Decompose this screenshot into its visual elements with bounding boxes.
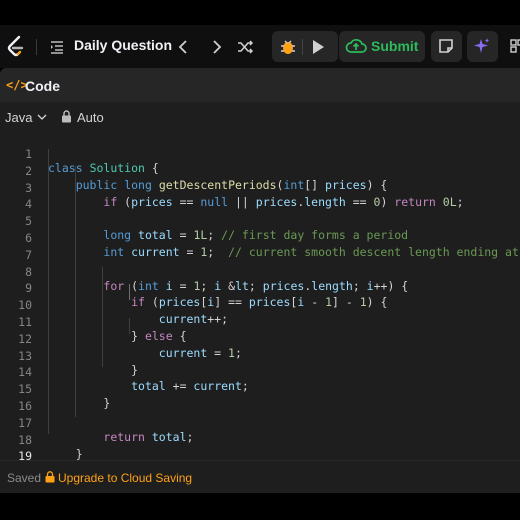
- editor-toolbar: Java Auto: [0, 102, 520, 130]
- leetcode-logo-icon[interactable]: [5, 35, 27, 59]
- cloud-upload-icon: [345, 39, 367, 53]
- auto-mode-toggle[interactable]: Auto: [77, 110, 104, 125]
- sparkle-icon: [474, 38, 490, 53]
- editor-footer: Saved Upgrade to Cloud Saving: [0, 460, 520, 493]
- language-label: Java: [5, 110, 33, 125]
- chevron-left-icon[interactable]: [175, 38, 193, 56]
- chevron-down-icon: [37, 114, 47, 120]
- daily-question-link[interactable]: Daily Question: [74, 37, 172, 53]
- upgrade-cloud-saving-link[interactable]: Upgrade to Cloud Saving: [58, 471, 192, 485]
- submit-label[interactable]: Submit: [371, 38, 418, 54]
- code-line: 5 long total = 1L; // first day forms a …: [0, 200, 520, 242]
- lock-icon: [62, 110, 71, 123]
- code-panel-header: </> Code: [0, 68, 520, 102]
- code-line: 10 current++;: [0, 284, 520, 326]
- debug-bug-icon[interactable]: [279, 37, 297, 57]
- panel-title: Code: [25, 78, 60, 94]
- code-line: 19 }: [0, 435, 520, 477]
- saved-status: Saved: [7, 471, 42, 485]
- code-line: 2 public long getDescentPeriods(int[] pr…: [0, 150, 520, 192]
- code-line: 11 } else {: [0, 301, 520, 343]
- divider: [302, 39, 303, 55]
- code-line: 6 int current = 1; // current smooth des…: [0, 217, 520, 259]
- code-line: 3 if (prices == null || prices.length ==…: [0, 167, 520, 209]
- code-line: 9 if (prices[i] == prices[i - 1] - 1) {: [0, 267, 520, 309]
- code-line: 12 current = 1;: [0, 318, 520, 360]
- top-bar: Daily Question Submit: [0, 25, 520, 68]
- code-line: 7: [0, 234, 520, 262]
- code-line: 4: [0, 183, 520, 211]
- list-icon[interactable]: [49, 39, 65, 55]
- code-line: 18 }: [0, 419, 520, 461]
- code-line: 1 class Solution {: [0, 133, 520, 175]
- lock-icon: [45, 471, 55, 483]
- shuffle-icon[interactable]: [236, 38, 254, 56]
- language-select[interactable]: Java: [5, 110, 47, 125]
- code-line: 15 }: [0, 368, 520, 410]
- code-line: 16: [0, 385, 520, 413]
- code-line: 8 for (int i = 1; i &lt; prices.length; …: [0, 251, 520, 293]
- chevron-right-icon[interactable]: [207, 38, 225, 56]
- code-line: 13 }: [0, 335, 520, 377]
- layout-grid-icon[interactable]: [510, 39, 520, 53]
- code-line: 14 total += current;: [0, 351, 520, 393]
- divider: [36, 39, 37, 55]
- code-line: 17 return total;: [0, 402, 520, 444]
- note-icon: [439, 39, 453, 53]
- run-play-icon[interactable]: [309, 38, 327, 56]
